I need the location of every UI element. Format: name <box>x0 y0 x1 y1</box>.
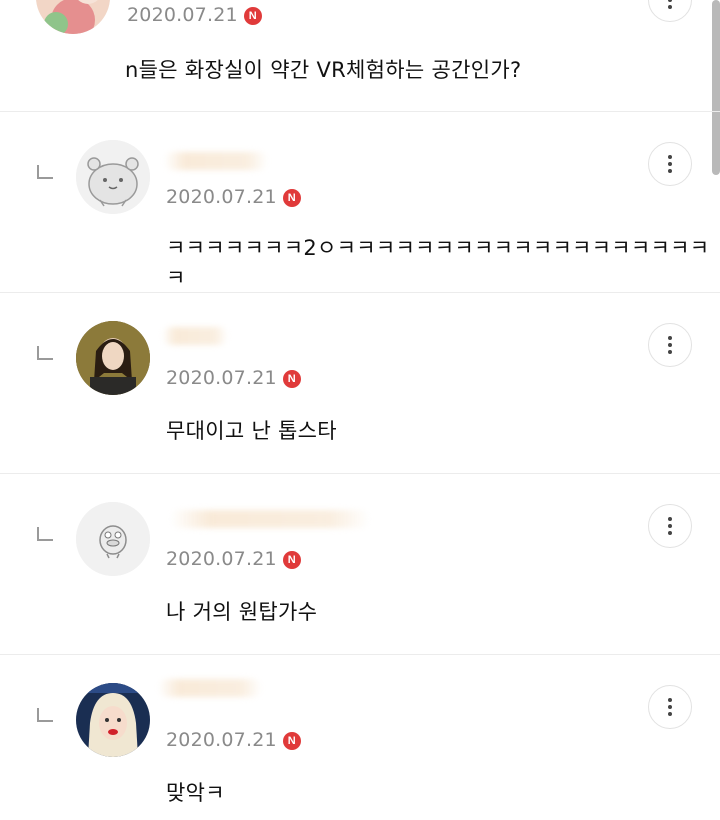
username-redacted <box>158 679 262 697</box>
user-avatar[interactable] <box>36 0 110 34</box>
user-avatar[interactable] <box>76 502 150 576</box>
comment-text: 맞악ㅋ <box>166 781 225 805</box>
user-avatar[interactable] <box>76 683 150 757</box>
user-avatar[interactable] <box>76 321 150 395</box>
username-redacted <box>164 152 268 170</box>
duck-icon <box>76 502 150 576</box>
new-badge: N <box>282 370 301 388</box>
more-options-button[interactable] <box>648 504 692 548</box>
hamster-icon <box>76 140 150 214</box>
new-badge: N <box>282 732 301 750</box>
username-redacted <box>170 510 370 528</box>
reply-arrow-icon <box>37 165 53 179</box>
reply-item: 2020.07.21 N ㅋㅋㅋㅋㅋㅋㅋ2ㅇㅋㅋㅋㅋㅋㅋㅋㅋㅋㅋㅋㅋㅋㅋㅋㅋㅋㅋㅋ… <box>0 112 720 292</box>
new-badge: N <box>282 551 301 569</box>
username-redacted <box>162 327 228 345</box>
reply-arrow-icon <box>37 527 53 541</box>
comment-item: 2020.07.21 N n들은 화장실이 약간 VR체험하는 공간인가? <box>0 0 720 112</box>
reply-item: 2020.07.21 N 나 거의 원탑가수 <box>0 474 720 654</box>
more-options-button[interactable] <box>648 0 692 22</box>
comment-date: 2020.07.21 N <box>166 186 301 208</box>
more-options-button[interactable] <box>648 142 692 186</box>
user-avatar[interactable] <box>76 140 150 214</box>
reply-arrow-icon <box>37 708 53 722</box>
comment-text: ㅋㅋㅋㅋㅋㅋㅋ2ㅇㅋㅋㅋㅋㅋㅋㅋㅋㅋㅋㅋㅋㅋㅋㅋㅋㅋㅋㅋㅋ <box>166 236 710 290</box>
reply-item: 2020.07.21 N 무대이고 난 톱스타 <box>0 293 720 473</box>
comment-date: 2020.07.21 N <box>166 548 301 570</box>
more-options-button[interactable] <box>648 323 692 367</box>
new-badge: N <box>282 189 301 207</box>
comment-date: 2020.07.21 N <box>127 4 262 26</box>
comment-date: 2020.07.21 N <box>166 367 301 389</box>
comment-date: 2020.07.21 N <box>166 729 301 751</box>
comment-text: n들은 화장실이 약간 VR체험하는 공간인가? <box>125 58 522 82</box>
new-badge: N <box>243 7 262 25</box>
reply-arrow-icon <box>37 346 53 360</box>
comment-text: 나 거의 원탑가수 <box>166 600 318 624</box>
more-options-button[interactable] <box>648 685 692 729</box>
comment-text: 무대이고 난 톱스타 <box>166 419 337 443</box>
reply-item: 2020.07.21 N 맞악ㅋ <box>0 655 720 820</box>
